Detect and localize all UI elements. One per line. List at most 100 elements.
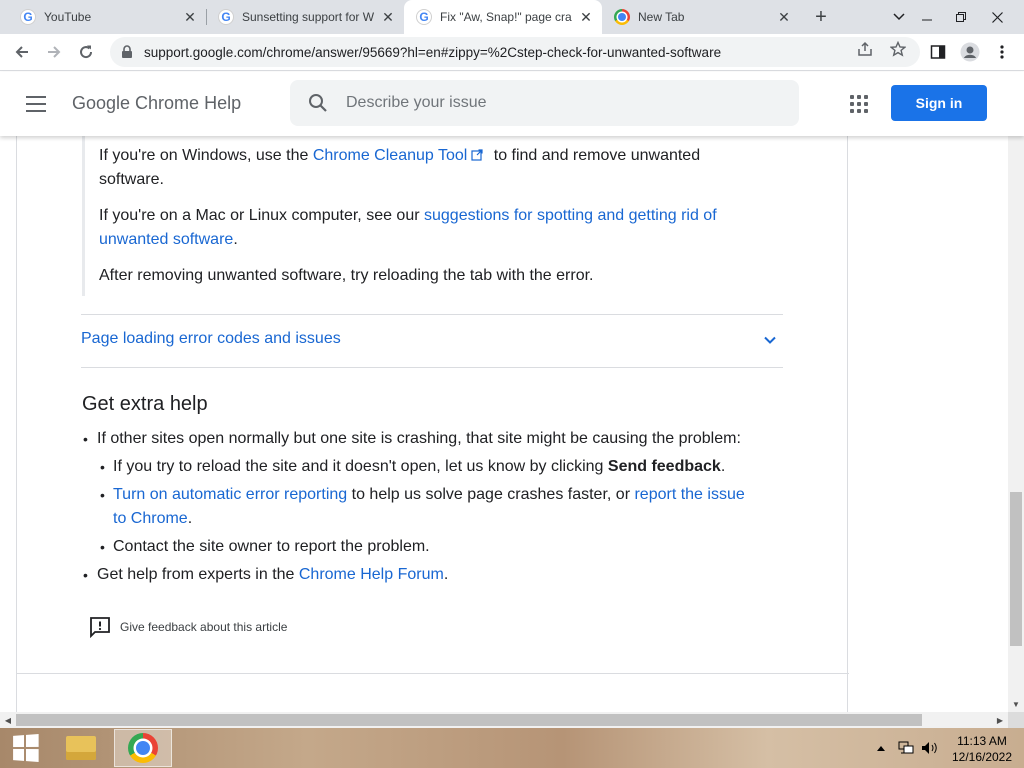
close-tab-icon[interactable]: ✕ (182, 9, 198, 25)
get-extra-help-heading: Get extra help (82, 393, 208, 415)
text: to find and remove unwanted (489, 147, 701, 164)
divider (81, 314, 783, 315)
text: If you're on a Mac or Linux computer, se… (99, 207, 424, 224)
bullet-other-sites: If other sites open normally but one sit… (97, 430, 741, 447)
main-menu-icon[interactable] (26, 96, 46, 112)
network-icon[interactable] (898, 728, 914, 768)
bullet-dot: • (100, 539, 105, 555)
mac-linux-paragraph: If you're on a Mac or Linux computer, se… (99, 204, 779, 252)
chevron-down-icon[interactable] (762, 332, 778, 348)
forward-arrow-icon (48, 46, 61, 58)
help-center-header: Google Chrome Help Sign in (0, 72, 1024, 136)
divider (81, 367, 783, 368)
scroll-right-icon[interactable]: ▶ (992, 712, 1008, 728)
article-bottom-border (17, 673, 849, 674)
bookmark-star-icon[interactable] (890, 41, 906, 57)
browser-menu-button[interactable] (988, 38, 1016, 66)
windows-taskbar: 11:13 AM 12/16/2022 (0, 728, 1024, 768)
chrome-help-forum-link[interactable]: Chrome Help Forum (299, 566, 444, 583)
volume-icon[interactable] (921, 728, 939, 768)
tab-title: Fix "Aw, Snap!" page cra (440, 10, 572, 24)
chrome-cleanup-tool-link[interactable]: Chrome Cleanup Tool (313, 147, 467, 164)
browser-toolbar: support.google.com/chrome/answer/95669?h… (0, 34, 1024, 71)
profile-avatar-icon (960, 42, 980, 62)
bullet-dot: • (83, 567, 88, 583)
restore-icon[interactable] (944, 0, 978, 34)
text: to help us solve page crashes faster, or (347, 486, 635, 503)
chrome-icon (614, 9, 630, 25)
vertical-scroll-thumb[interactable] (1010, 492, 1022, 646)
google-g-icon: G (20, 9, 36, 25)
sub-bullet-contact-owner: Contact the site owner to report the pro… (113, 538, 430, 555)
show-hidden-icons[interactable] (876, 728, 886, 768)
text: . (443, 566, 449, 583)
clock-date: 12/16/2022 (951, 750, 1013, 764)
start-button[interactable] (0, 728, 50, 768)
article: If you're on Windows, use the Chrome Cle… (16, 136, 849, 712)
tab-strip: G YouTube ✕ G Sunsetting support for W ✕… (0, 0, 1024, 34)
google-g-icon: G (218, 9, 234, 25)
text: . (187, 510, 193, 527)
close-tab-icon[interactable]: ✕ (578, 9, 594, 25)
page-loading-errors-zippy[interactable]: Page loading error codes and issues (81, 330, 341, 348)
scroll-left-icon[interactable]: ◀ (0, 712, 16, 728)
horizontal-scroll-thumb[interactable] (16, 714, 922, 726)
tab-title: New Tab (638, 10, 685, 24)
close-tab-icon[interactable]: ✕ (380, 9, 396, 25)
help-center-title[interactable]: Google Chrome Help (72, 93, 241, 114)
system-clock[interactable]: 11:13 AM 12/16/2022 (948, 733, 1016, 765)
vertical-scrollbar[interactable]: ▲ ▼ (1008, 72, 1024, 712)
sub-bullet-error-reporting: Turn on automatic error reporting to hel… (113, 483, 793, 531)
sign-in-button[interactable]: Sign in (891, 85, 987, 121)
feedback-label: Give feedback about this article (120, 620, 288, 634)
tab-new-tab[interactable]: New Tab ✕ (602, 0, 800, 34)
close-tab-icon[interactable]: ✕ (776, 9, 792, 25)
tab-title: Sunsetting support for W (242, 10, 375, 24)
more-vert-icon (1000, 45, 1004, 59)
side-panel-button[interactable] (924, 38, 952, 66)
sub-bullet-reload: If you try to reload the site and it doe… (113, 455, 793, 479)
tab-sunsetting[interactable]: G Sunsetting support for W ✕ (206, 0, 404, 34)
search-icon[interactable] (308, 93, 328, 113)
bullet-dot: • (83, 431, 88, 447)
back-button[interactable] (8, 38, 36, 66)
page-content: If you're on Windows, use the Chrome Cle… (0, 136, 1008, 712)
address-bar[interactable]: support.google.com/chrome/answer/95669?h… (110, 37, 920, 67)
google-apps-icon[interactable] (850, 95, 868, 113)
reload-button[interactable] (72, 38, 100, 66)
tab-youtube[interactable]: G YouTube ✕ (8, 0, 206, 34)
text: . (233, 231, 238, 248)
external-link-icon (471, 149, 483, 161)
back-arrow-icon (15, 46, 28, 58)
windows-paragraph: If you're on Windows, use the Chrome Cle… (99, 144, 779, 192)
minimize-icon[interactable] (910, 0, 944, 34)
file-explorer-taskbar-button[interactable] (52, 729, 110, 767)
new-tab-button[interactable]: + (808, 5, 834, 29)
windows-logo-icon (13, 734, 39, 762)
automatic-error-reporting-link[interactable]: Turn on automatic error reporting (113, 486, 347, 503)
search-box[interactable] (290, 80, 799, 126)
tab-title: YouTube (44, 10, 92, 24)
close-window-icon[interactable] (980, 0, 1014, 34)
bullet-help-forum: Get help from experts in the Chrome Help… (97, 563, 797, 587)
chrome-taskbar-button[interactable] (114, 729, 172, 767)
report-issue-link-continued[interactable]: to Chrome (113, 510, 188, 527)
scroll-down-icon[interactable]: ▼ (1008, 696, 1024, 712)
text: If you're on Windows, use the (99, 147, 313, 164)
share-icon[interactable] (857, 41, 873, 57)
folder-icon (66, 736, 96, 760)
spotting-unwanted-software-link[interactable]: suggestions for spotting and getting rid… (424, 207, 717, 224)
horizontal-scrollbar[interactable]: ◀ ▶ (0, 712, 1008, 728)
profile-button[interactable] (956, 38, 984, 66)
report-issue-link[interactable]: report the issue (634, 486, 744, 503)
clock-time: 11:13 AM (957, 734, 1007, 748)
text: . (720, 458, 726, 475)
reload-icon (80, 45, 93, 59)
forward-button[interactable] (40, 38, 68, 66)
url-text: support.google.com/chrome/answer/95669?h… (144, 44, 722, 60)
search-input[interactable] (346, 90, 766, 116)
unwanted-software-link[interactable]: unwanted software (99, 231, 233, 248)
tab-fix-aw-snap[interactable]: G Fix "Aw, Snap!" page cra ✕ (404, 0, 602, 34)
give-feedback-button[interactable]: Give feedback about this article (89, 616, 287, 638)
feedback-icon (90, 617, 110, 638)
